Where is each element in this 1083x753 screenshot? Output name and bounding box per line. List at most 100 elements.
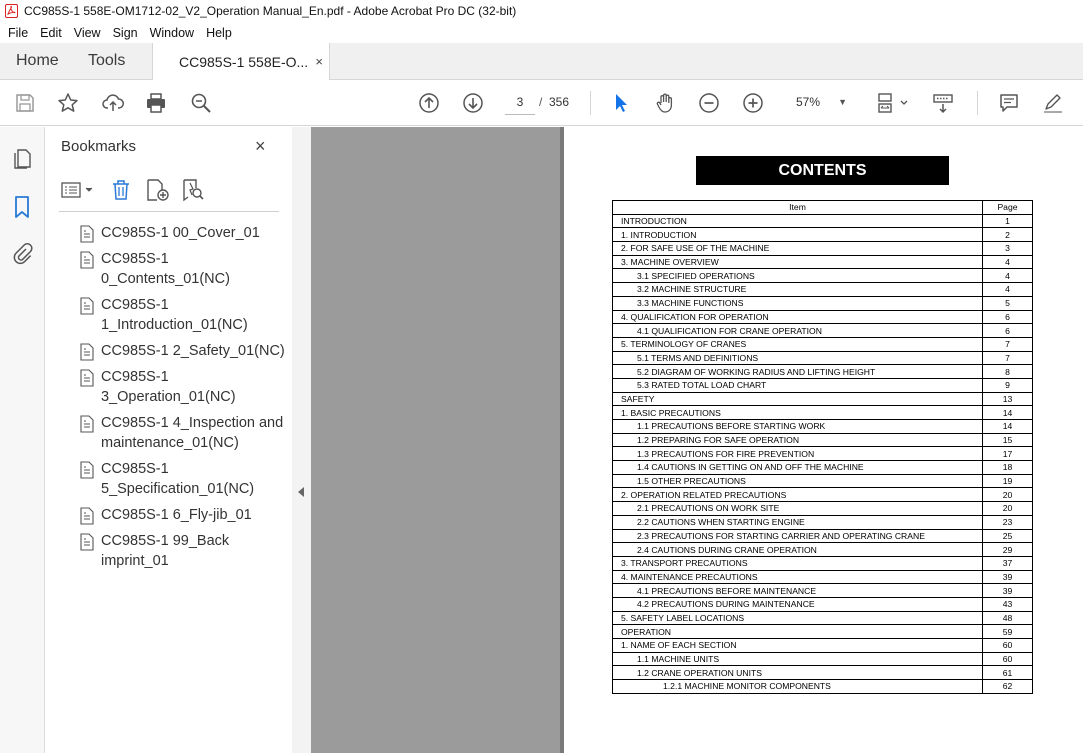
table-row[interactable]: 2.4 CAUTIONS DURING CRANE OPERATION 29 — [612, 542, 1033, 557]
table-row[interactable]: 1.1 PRECAUTIONS BEFORE STARTING WORK 14 — [612, 419, 1033, 434]
tab-close-icon[interactable]: × — [315, 54, 323, 69]
table-row[interactable]: 1.2 PREPARING FOR SAFE OPERATION 15 — [612, 432, 1033, 448]
bookmark-item[interactable]: CC985S-1 99_Back imprint_01 — [75, 531, 285, 571]
table-row[interactable]: 2.3 PRECAUTIONS FOR STARTING CARRIER AND… — [612, 528, 1033, 544]
table-row[interactable]: SAFETY 13 — [612, 391, 1033, 407]
table-row[interactable]: 4.1 QUALIFICATION FOR CRANE OPERATION 6 — [612, 323, 1033, 338]
bookmark-icon[interactable] — [11, 195, 33, 219]
bookmark-label: CC985S-1 3_Operation_01(NC) — [101, 369, 236, 405]
bookmark-item[interactable]: CC985S-1 0_Contents_01(NC) — [75, 249, 285, 289]
table-row[interactable]: 5.2 DIAGRAM OF WORKING RADIUS AND LIFTIN… — [612, 364, 1033, 379]
options-icon[interactable] — [61, 177, 95, 203]
table-row[interactable]: 3.1 SPECIFIED OPERATIONS 4 — [612, 268, 1033, 284]
tab-home[interactable]: Home — [16, 52, 59, 70]
bookmark-item[interactable]: CC985S-1 1_Introduction_01(NC) — [75, 295, 285, 335]
bookmark-item[interactable]: CC985S-1 6_Fly-jib_01 — [75, 505, 285, 525]
bookmark-item[interactable]: CC985S-1 00_Cover_01 — [75, 223, 285, 243]
toolbar-separator — [590, 91, 591, 115]
toc-page-cell: 39 — [982, 569, 1033, 585]
menu-edit[interactable]: Edit — [34, 26, 68, 40]
tab-document[interactable]: CC985S-1 558E-O... × — [152, 43, 330, 80]
table-row[interactable]: INTRODUCTION 1 — [612, 213, 1033, 229]
table-row[interactable]: 2.1 PRECAUTIONS ON WORK SITE 20 — [612, 501, 1033, 516]
menu-help[interactable]: Help — [200, 26, 238, 40]
print-icon[interactable] — [144, 91, 168, 115]
bookmarks-list: CC985S-1 00_Cover_01 CC985S-1 0_Contents… — [75, 223, 285, 577]
menu-view[interactable]: View — [68, 26, 107, 40]
fit-page-icon[interactable] — [876, 91, 910, 115]
pen-icon[interactable] — [1041, 91, 1065, 115]
menu-file[interactable]: File — [2, 26, 34, 40]
table-row[interactable]: 3. MACHINE OVERVIEW 4 — [612, 254, 1033, 270]
table-row[interactable]: 3.3 MACHINE FUNCTIONS 5 — [612, 295, 1033, 311]
table-row[interactable]: 5.3 RATED TOTAL LOAD CHART 9 — [612, 377, 1033, 393]
menu-bar: File Edit View Sign Window Help — [0, 22, 1083, 43]
save-icon[interactable] — [13, 91, 37, 115]
current-page-input[interactable]: 3 — [505, 90, 535, 115]
bookmark-item[interactable]: CC985S-1 3_Operation_01(NC) — [75, 367, 285, 407]
bookmark-search-icon[interactable] — [181, 177, 207, 203]
delete-icon[interactable] — [111, 177, 131, 203]
menu-window[interactable]: Window — [144, 26, 200, 40]
toc-page-cell: 4 — [982, 282, 1033, 297]
table-row[interactable]: 1.2.1 MACHINE MONITOR COMPONENTS 62 — [612, 679, 1033, 694]
table-row[interactable]: 4.2 PRECAUTIONS DURING MAINTENANCE 43 — [612, 596, 1033, 612]
hand-icon[interactable] — [653, 91, 677, 115]
table-row[interactable]: 1.2 CRANE OPERATION UNITS 61 — [612, 665, 1033, 681]
toc-item-cell: 1.3 PRECAUTIONS FOR FIRE PREVENTION — [612, 446, 983, 462]
bookmark-label: CC985S-1 6_Fly-jib_01 — [101, 507, 252, 523]
toc-page-cell: 19 — [982, 473, 1033, 489]
bookmarks-title: Bookmarks — [61, 138, 137, 155]
window-title: CC985S-1 558E-OM1712-02_V2_Operation Man… — [24, 4, 517, 18]
zoom-search-icon[interactable] — [189, 91, 213, 115]
table-row[interactable]: 4. MAINTENANCE PRECAUTIONS 39 — [612, 569, 1033, 585]
scroll-mode-icon[interactable] — [931, 91, 955, 115]
zoom-level-value: 57% — [796, 95, 821, 109]
table-row[interactable]: 5. TERMINOLOGY OF CRANES 7 — [612, 336, 1033, 352]
table-row[interactable]: 2.2 CAUTIONS WHEN STARTING ENGINE 23 — [612, 514, 1033, 530]
toc-item-cell: 3.3 MACHINE FUNCTIONS — [612, 295, 983, 311]
pages-icon[interactable] — [11, 147, 33, 171]
table-row[interactable]: 4.1 PRECAUTIONS BEFORE MAINTENANCE 39 — [612, 583, 1033, 598]
zoom-level-select[interactable]: 57% ▼ — [788, 90, 853, 115]
comment-icon[interactable] — [997, 91, 1021, 115]
bookmark-item[interactable]: CC985S-1 4_Inspection and maintenance_01… — [75, 413, 285, 453]
table-row[interactable]: 2. FOR SAFE USE OF THE MACHINE 3 — [612, 241, 1033, 256]
bookmark-label: CC985S-1 1_Introduction_01(NC) — [101, 297, 248, 333]
table-row[interactable]: 1.3 PRECAUTIONS FOR FIRE PREVENTION 17 — [612, 446, 1033, 462]
menu-sign[interactable]: Sign — [107, 26, 144, 40]
chevron-down-icon: ▼ — [838, 97, 847, 107]
table-row[interactable]: 1.4 CAUTIONS IN GETTING ON AND OFF THE M… — [612, 460, 1033, 475]
page-up-icon[interactable] — [417, 91, 441, 115]
bookmark-item[interactable]: CC985S-1 2_Safety_01(NC) — [75, 341, 285, 361]
table-row[interactable]: 1.1 MACHINE UNITS 60 — [612, 651, 1033, 667]
table-row[interactable]: 4. QUALIFICATION FOR OPERATION 6 — [612, 309, 1033, 325]
table-row[interactable]: 2. OPERATION RELATED PRECAUTIONS 20 — [612, 487, 1033, 503]
attachment-icon[interactable] — [11, 241, 33, 265]
chevron-left-icon — [298, 487, 304, 497]
bookmark-page-icon — [80, 415, 94, 433]
document-view[interactable]: CONTENTS Item Page INTRODUCTION 1 1. INTRO… — [311, 127, 1083, 753]
panel-collapse-handle[interactable] — [292, 127, 311, 753]
table-row[interactable]: 1. NAME OF EACH SECTION 60 — [612, 638, 1033, 653]
table-row[interactable]: 5. SAFETY LABEL LOCATIONS 48 — [612, 610, 1033, 626]
table-row[interactable]: 1.5 OTHER PRECAUTIONS 19 — [612, 473, 1033, 489]
toc-page-cell: 20 — [982, 487, 1033, 503]
toc-item-cell: 1.1 PRECAUTIONS BEFORE STARTING WORK — [612, 419, 983, 434]
star-icon[interactable] — [56, 91, 80, 115]
select-arrow-icon[interactable] — [609, 91, 633, 115]
table-row[interactable]: 3.2 MACHINE STRUCTURE 4 — [612, 282, 1033, 297]
tab-tools[interactable]: Tools — [88, 52, 125, 70]
table-row[interactable]: 5.1 TERMS AND DEFINITIONS 7 — [612, 350, 1033, 366]
bookmark-item[interactable]: CC985S-1 5_Specification_01(NC) — [75, 459, 285, 499]
table-row[interactable]: 1. INTRODUCTION 2 — [612, 227, 1033, 243]
close-icon[interactable]: × — [255, 136, 266, 157]
table-row[interactable]: OPERATION 59 — [612, 624, 1033, 639]
page-down-icon[interactable] — [461, 91, 485, 115]
upload-icon[interactable] — [101, 91, 125, 115]
zoom-in-icon[interactable] — [741, 91, 765, 115]
table-row[interactable]: 1. BASIC PRECAUTIONS 14 — [612, 405, 1033, 420]
table-row[interactable]: 3. TRANSPORT PRECAUTIONS 37 — [612, 555, 1033, 571]
zoom-out-icon[interactable] — [697, 91, 721, 115]
new-bookmark-icon[interactable] — [145, 177, 171, 203]
